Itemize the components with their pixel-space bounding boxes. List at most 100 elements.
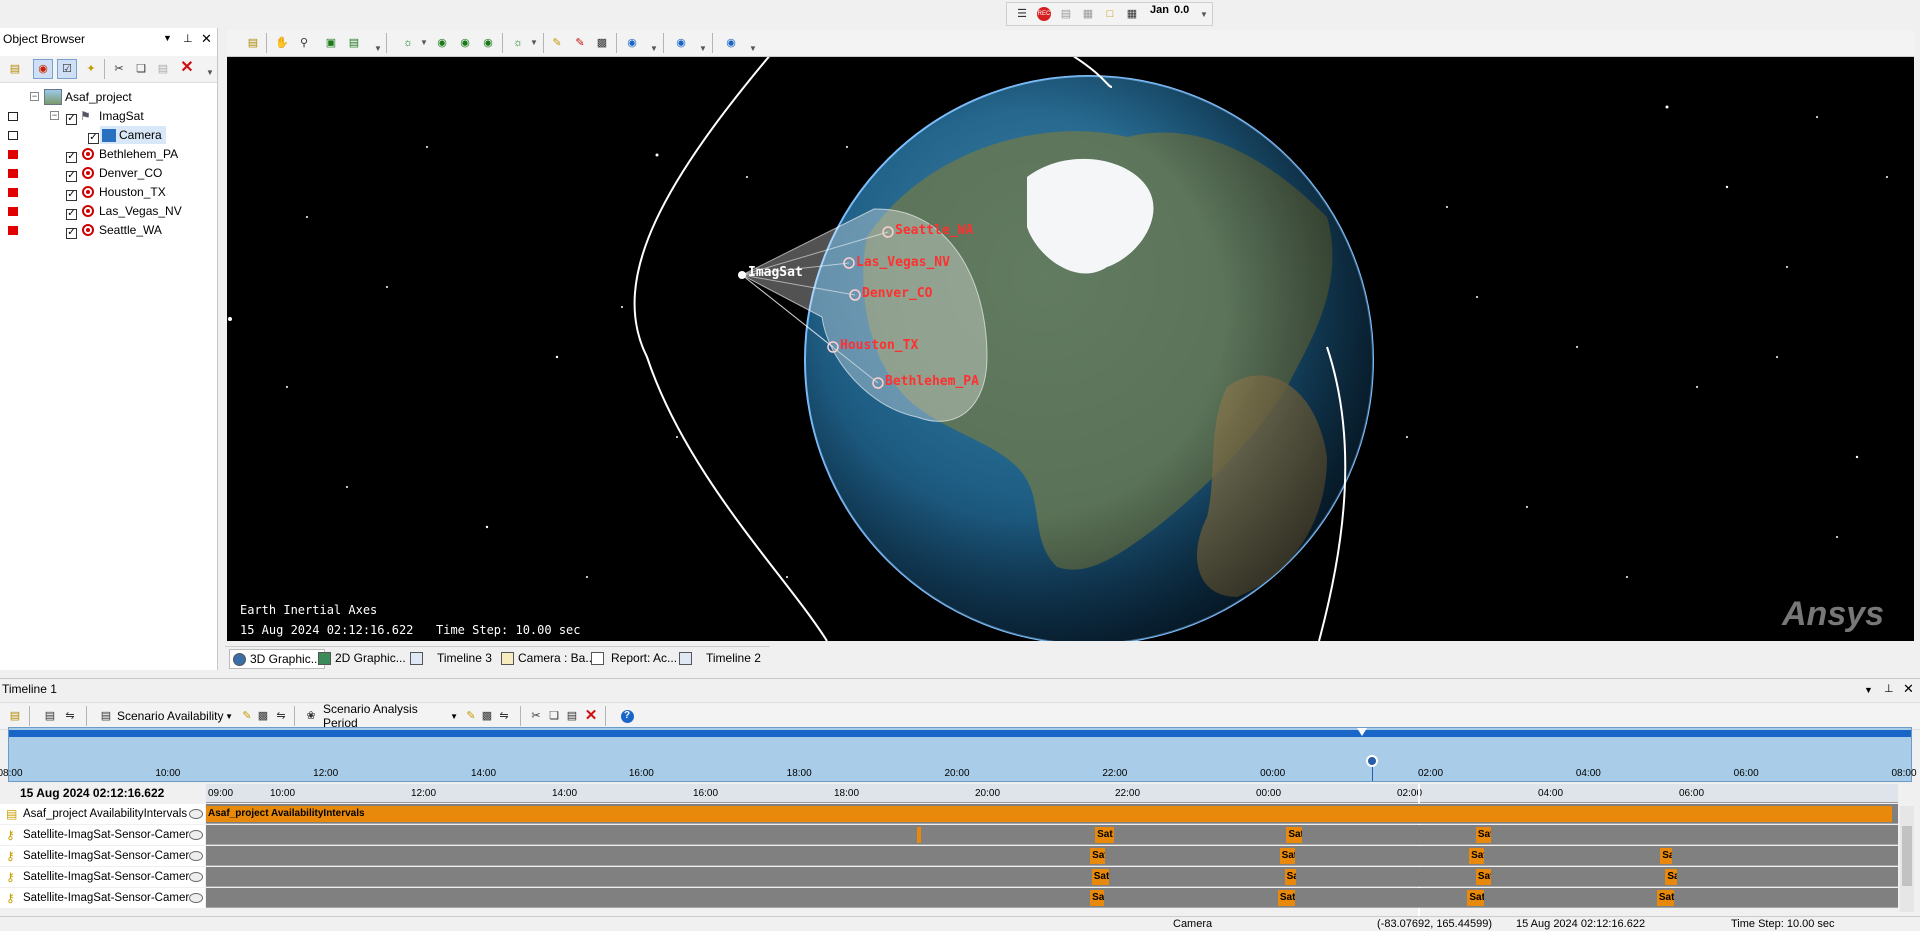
color-icon[interactable]: ◉: [33, 59, 53, 79]
access-interval-bar[interactable]: Sat: [1286, 827, 1302, 843]
record-icon[interactable]: REC: [1034, 4, 1054, 24]
new-object-icon[interactable]: ✦: [81, 59, 101, 79]
tab-camera-report[interactable]: Camera : Ba...: [501, 649, 595, 667]
eye-icon[interactable]: [189, 809, 203, 819]
properties-icon[interactable]: ▤: [5, 706, 25, 726]
access-interval-bar[interactable]: [917, 827, 921, 843]
availability-select[interactable]: Scenario Availability ▼: [117, 707, 233, 725]
folder-icon[interactable]: □: [1100, 4, 1120, 24]
globe-tool2-icon[interactable]: ◉: [455, 33, 475, 53]
close-icon[interactable]: ✕: [1903, 681, 1914, 697]
tree-item-target[interactable]: Seattle_WA: [82, 221, 162, 239]
overview-current-marker[interactable]: [1366, 755, 1378, 767]
earth-icon[interactable]: ◉: [721, 33, 741, 53]
tab-timeline-2[interactable]: Timeline 2: [679, 649, 761, 667]
delete-icon[interactable]: ✕: [581, 705, 601, 725]
save-icon[interactable]: ▩: [253, 706, 273, 726]
dropdown-icon[interactable]: ▼: [420, 38, 428, 47]
panel-menu-icon[interactable]: ▼: [163, 33, 172, 43]
tree-item-sensor[interactable]: Camera: [100, 126, 166, 144]
tree-item-target[interactable]: Bethlehem_PA: [82, 145, 178, 163]
pin-icon[interactable]: ⊥: [1884, 682, 1894, 695]
properties-icon[interactable]: ▤: [5, 59, 25, 79]
access-interval-bar[interactable]: Sa: [1090, 890, 1104, 906]
paste-icon[interactable]: ▤: [153, 59, 173, 79]
visibility-checkbox[interactable]: ✓: [66, 186, 77, 201]
map-layer-icon[interactable]: ◉: [671, 33, 691, 53]
tab-2d-graphics[interactable]: 2D Graphic...: [318, 649, 406, 667]
timeline-track[interactable]: Sat Sat Sat: [206, 825, 1898, 845]
panel-menu-icon[interactable]: ▼: [1864, 685, 1873, 695]
tree-item-target[interactable]: Houston_TX: [82, 183, 166, 201]
access-interval-bar[interactable]: Sat: [1279, 848, 1295, 864]
dropdown-icon[interactable]: ▼: [749, 44, 757, 53]
chart-icon[interactable]: ▤: [1056, 4, 1076, 24]
timeline-track[interactable]: Asaf_project AvailabilityIntervals: [206, 804, 1898, 824]
color-swatch[interactable]: [8, 226, 18, 235]
timeline-row[interactable]: ⚷Satellite-ImagSat-Sensor-CameraSatSatSa…: [0, 825, 1905, 845]
help-icon[interactable]: ?: [617, 706, 637, 726]
properties-icon[interactable]: ▤: [243, 33, 263, 53]
visibility-checkbox[interactable]: ✓: [66, 224, 77, 239]
access-interval-bar[interactable]: Sat: [1656, 890, 1674, 906]
pin-icon[interactable]: ⊥: [183, 32, 193, 45]
analysis-period-icon[interactable]: ❀: [301, 706, 321, 726]
tree-item-target[interactable]: Las_Vegas_NV: [82, 202, 182, 220]
eye-icon[interactable]: [189, 830, 203, 840]
access-interval-bar[interactable]: Sa: [1660, 848, 1673, 864]
view-from-icon[interactable]: ▤: [344, 33, 364, 53]
timeline-row-label[interactable]: ⚷ Satellite-ImagSat-Sensor-Camera: [0, 846, 205, 866]
overview-playhead[interactable]: [1357, 728, 1367, 736]
timeline-scrollbar[interactable]: [1900, 806, 1914, 912]
timeline-row-label[interactable]: ▤ Asaf_project AvailabilityIntervals: [0, 804, 205, 824]
visibility-checkbox[interactable]: ✓: [66, 205, 77, 220]
eye-icon[interactable]: [189, 872, 203, 882]
dropdown-icon[interactable]: ▼: [650, 44, 658, 53]
visibility-checkbox[interactable]: ✓: [66, 110, 77, 125]
scenario-availability-icon[interactable]: ▤: [96, 706, 116, 726]
scroll-thumb[interactable]: [1902, 826, 1912, 886]
period-select[interactable]: Scenario Analysis Period ▼: [323, 702, 458, 730]
tab-report[interactable]: Report: Ac...: [591, 649, 677, 667]
access-interval-bar[interactable]: Sat: [1091, 869, 1109, 885]
jan-button[interactable]: Jan: [1150, 4, 1169, 16]
color-swatch[interactable]: [8, 150, 18, 159]
timeline-track[interactable]: Sat Sat Sat Sa: [206, 846, 1898, 866]
cut-icon[interactable]: ✂: [109, 59, 129, 79]
access-interval-bar[interactable]: Asaf_project AvailabilityIntervals: [206, 806, 1893, 822]
color-swatch[interactable]: [8, 207, 18, 216]
delete-icon[interactable]: ✕: [177, 58, 197, 78]
dropdown-icon[interactable]: ▼: [374, 44, 382, 53]
timeline-track[interactable]: Sat Sa Sat Sa: [206, 867, 1898, 887]
visibility-checkbox[interactable]: ✓: [88, 129, 99, 144]
pan-icon[interactable]: ✋: [272, 33, 292, 53]
access-interval-bar[interactable]: Sat: [1095, 827, 1114, 843]
3d-graphics-window[interactable]: ImagSat Seattle_WA Las_Vegas_NV Denver_C…: [227, 57, 1914, 641]
access-interval-bar[interactable]: Sat: [1469, 848, 1485, 864]
tree-item-target[interactable]: Denver_CO: [82, 164, 162, 182]
time-zero-button[interactable]: 0.0: [1174, 4, 1189, 16]
calc-icon[interactable]: ▦: [1122, 4, 1142, 24]
timeline-row-label[interactable]: ⚷ Satellite-ImagSat-Sensor-Camera: [0, 825, 205, 845]
access-interval-bar[interactable]: Sa: [1665, 869, 1678, 885]
overview-scroll-track[interactable]: [9, 730, 1911, 737]
access-interval-bar[interactable]: Sat: [1475, 827, 1492, 843]
detail-axis-strip[interactable]: [206, 784, 1898, 803]
visibility-checkbox[interactable]: ✓: [66, 167, 77, 182]
toolbar-overflow-icon[interactable]: ▼: [1200, 10, 1208, 19]
color-swatch[interactable]: [8, 112, 18, 121]
color-swatch[interactable]: [8, 188, 18, 197]
access-interval-bar[interactable]: Sat: [1467, 890, 1485, 906]
dropdown-icon[interactable]: ▼: [530, 38, 538, 47]
tree-item-satellite[interactable]: ⚑ ImagSat: [80, 107, 144, 125]
link-icon[interactable]: ⇋: [271, 706, 291, 726]
clapper-icon[interactable]: ▩: [592, 33, 612, 53]
timeline-row[interactable]: ⚷Satellite-ImagSat-Sensor-CameraSatSatSa…: [0, 846, 1905, 866]
link-icon[interactable]: ⇋: [494, 706, 514, 726]
tree-item-scenario[interactable]: Asaf_project: [44, 88, 132, 106]
globe-icon[interactable]: ◉: [622, 33, 642, 53]
tree-expander[interactable]: −: [30, 92, 39, 101]
visibility-checkbox[interactable]: ✓: [66, 148, 77, 163]
home-view-icon[interactable]: ▣: [321, 33, 341, 53]
access-interval-bar[interactable]: Sat: [1090, 848, 1106, 864]
